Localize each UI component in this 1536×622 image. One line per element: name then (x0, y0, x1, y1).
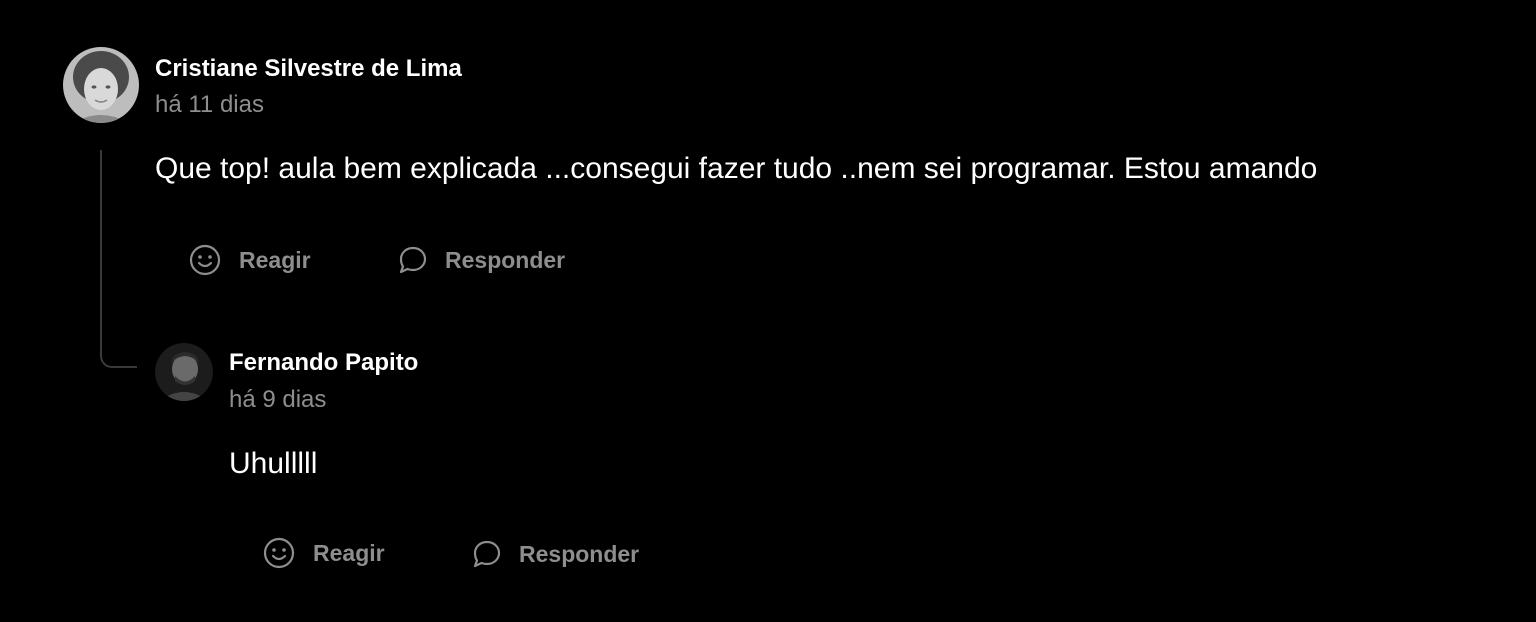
react-label: Reagir (239, 246, 311, 273)
reply-label: Responder (519, 540, 640, 567)
reply-react-button[interactable]: Reagir (262, 536, 385, 570)
comment-author[interactable]: Cristiane Silvestre de Lima (155, 55, 462, 83)
thread-connector-line (100, 150, 137, 368)
reply-button[interactable]: Responder (397, 244, 565, 276)
smiley-icon (188, 243, 222, 277)
comment-text: Que top! aula bem explicada ...consegui … (155, 152, 1318, 185)
react-label: Reagir (313, 539, 385, 566)
smiley-icon (262, 536, 296, 570)
speech-bubble-icon (471, 538, 503, 570)
reply-timestamp: há 9 dias (229, 386, 327, 413)
reply-label: Responder (445, 246, 566, 273)
reply-text: Uhulllll (229, 447, 318, 480)
reply-avatar[interactable] (155, 343, 213, 401)
avatar[interactable] (63, 47, 139, 123)
reply-author[interactable]: Fernando Papito (229, 349, 418, 377)
speech-bubble-icon (397, 244, 429, 276)
comment-timestamp: há 11 dias (155, 91, 264, 118)
reply-reply-button[interactable]: Responder (471, 538, 639, 570)
comment-thread: Cristiane Silvestre de Lima há 11 dias Q… (0, 0, 1536, 622)
react-button[interactable]: Reagir (188, 243, 311, 277)
